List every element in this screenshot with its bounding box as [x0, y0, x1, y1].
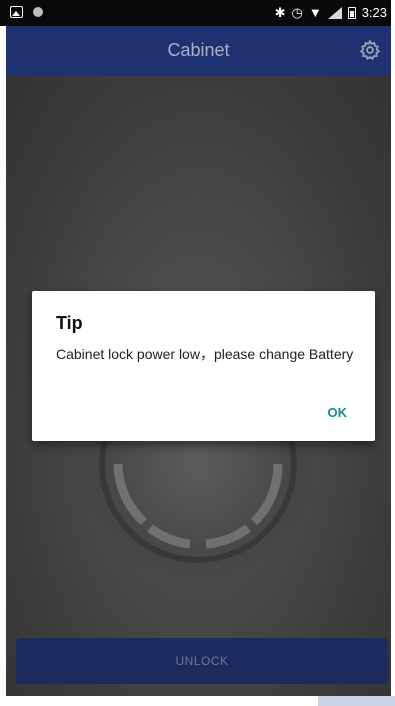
- settings-button[interactable]: [359, 39, 381, 61]
- status-bar: ✱ ◷ ▼ 3:23: [0, 0, 391, 26]
- bluetooth-icon: ✱: [274, 5, 286, 20]
- image-notification-icon: [10, 6, 23, 18]
- gear-icon: [359, 39, 381, 61]
- bottom-right-accent: [318, 696, 395, 706]
- ok-button[interactable]: OK: [328, 405, 348, 420]
- dialog-title: Tip: [56, 313, 83, 333]
- unlock-button[interactable]: UNLOCK: [16, 638, 388, 684]
- status-left-icons: [10, 6, 43, 18]
- app-bar: Cabinet: [6, 26, 391, 76]
- tip-dialog: Tip Cabinet lock power low，please change…: [32, 291, 375, 441]
- battery-icon: [347, 6, 356, 19]
- page-title: Cabinet: [167, 40, 230, 60]
- alarm-icon: ◷: [291, 5, 303, 20]
- status-right-icons: ✱ ◷ ▼ 3:23: [275, 4, 387, 21]
- phone-screen: ✱ ◷ ▼ 3:23 Cabinet UNLOCK Tip Cabinet lo…: [0, 0, 395, 706]
- dialog-message: Cabinet lock power low，please change Bat…: [56, 346, 354, 362]
- circle-notification-icon: [33, 7, 43, 17]
- status-time: 3:23: [361, 5, 387, 20]
- signal-icon: [327, 6, 342, 19]
- right-edge: [391, 0, 395, 706]
- wifi-icon: ▼: [308, 5, 322, 20]
